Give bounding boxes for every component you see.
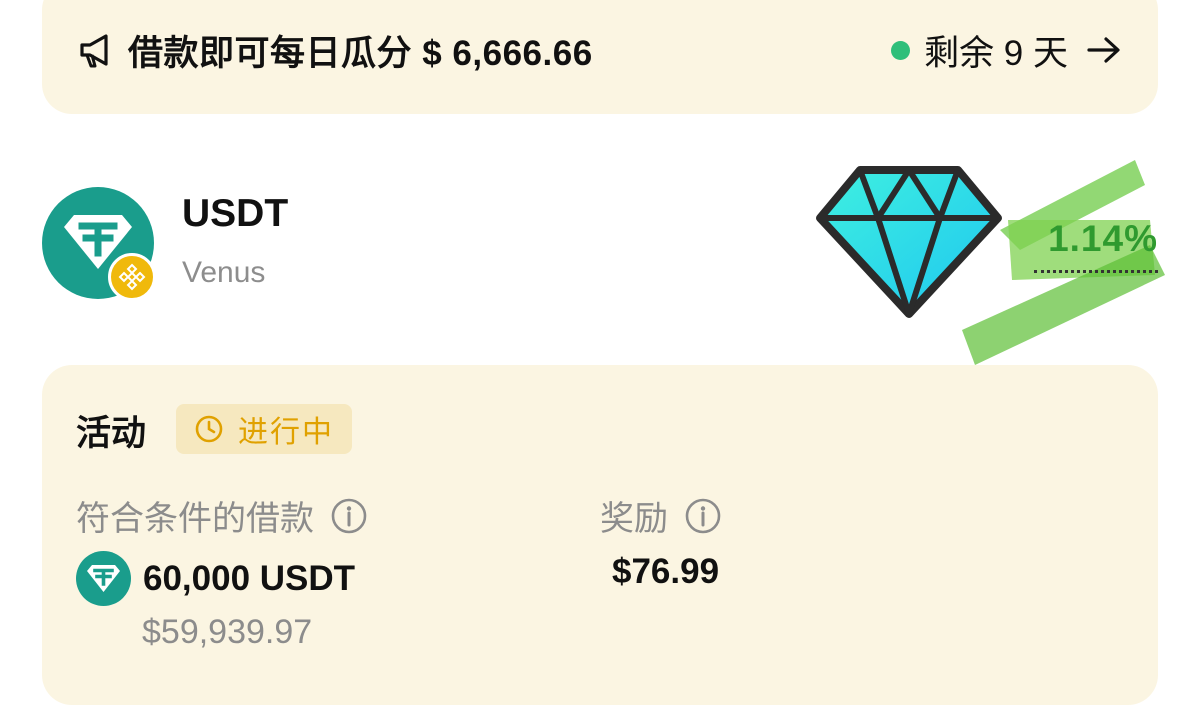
activity-title: 活动 — [76, 414, 147, 453]
status-badge: 进行中 — [176, 404, 352, 454]
token-platform: Venus — [182, 256, 266, 289]
reward-label: 奖励 — [600, 491, 722, 540]
highlight-marker — [962, 160, 1165, 365]
activity-card: 活动 进行中 符合条件的借款 奖励 60,000 USDT $76.99 $59… — [42, 365, 1158, 705]
remaining-days: 剩余 9 天 — [924, 33, 1068, 73]
clock-icon — [195, 415, 223, 443]
status-text: 进行中 — [238, 416, 334, 449]
info-icon[interactable] — [330, 497, 368, 535]
promo-text: 借款即可每日瓜分 $ 6,666.66 — [128, 33, 593, 73]
eligible-borrow-label-text: 符合条件的借款 — [76, 500, 314, 538]
promo-banner-left: 借款即可每日瓜分 $ 6,666.66 — [78, 25, 593, 75]
apy-underline — [1034, 270, 1158, 273]
arrow-right-icon[interactable] — [1086, 35, 1122, 65]
token-symbol: USDT — [182, 192, 289, 235]
borrow-amount-row: 60,000 USDT — [76, 551, 355, 606]
info-icon[interactable] — [684, 497, 722, 535]
eligible-borrow-label: 符合条件的借款 — [76, 491, 368, 540]
reward-value: $76.99 — [612, 552, 720, 591]
borrow-amount: 60,000 USDT — [143, 558, 356, 598]
borrow-usd-value: $59,939.97 — [142, 613, 313, 651]
reward-label-text: 奖励 — [600, 500, 668, 538]
megaphone-icon — [80, 34, 108, 68]
bnb-icon — [108, 253, 156, 301]
active-status-dot — [891, 40, 911, 60]
promo-countdown[interactable]: 剩余 9 天 — [891, 25, 1122, 75]
tether-icon — [76, 551, 131, 606]
token-logo — [42, 187, 156, 301]
promo-banner[interactable]: 借款即可每日瓜分 $ 6,666.66 剩余 9 天 — [42, 0, 1158, 114]
apy-value[interactable]: 1.14% — [1048, 218, 1158, 260]
